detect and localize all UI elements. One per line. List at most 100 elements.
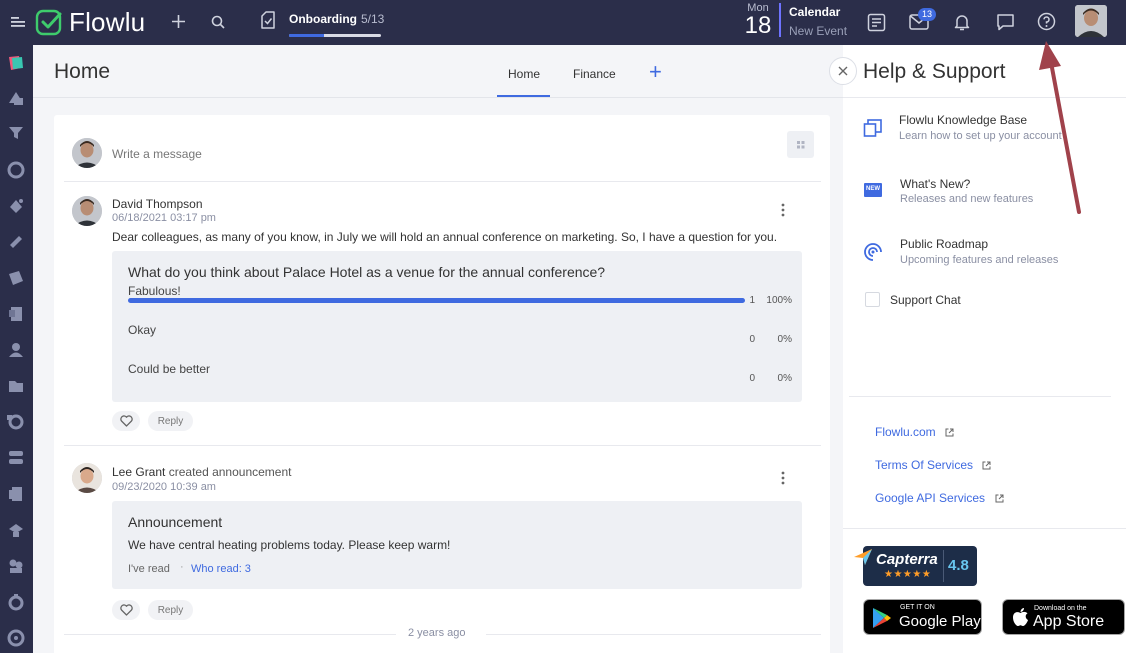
add-icon[interactable] <box>171 14 186 29</box>
tab-home[interactable]: Home <box>508 67 540 81</box>
roadmap-icon <box>864 243 882 261</box>
chat-icon[interactable] <box>996 13 1015 31</box>
products-icon[interactable] <box>7 521 25 539</box>
who-read-link[interactable]: Who read: 3 <box>191 563 251 575</box>
onboarding-progress[interactable]: Onboarding 5/13 <box>289 10 384 37</box>
search-icon[interactable] <box>211 15 225 29</box>
home-app-icon <box>9 56 23 70</box>
capterra-name: Capterra <box>876 551 938 568</box>
composer-options-button[interactable] <box>787 131 814 158</box>
bell-icon[interactable] <box>954 13 970 31</box>
timer-icon[interactable] <box>7 593 25 611</box>
calendar-new-event[interactable]: New Event <box>789 24 847 38</box>
top-bar: Flowlu Onboarding 5/13 Mon 18 Calendar Ne… <box>0 0 1126 45</box>
help-item-subtitle: Releases and new features <box>900 193 1034 205</box>
user-avatar[interactable] <box>1075 5 1107 37</box>
tab-finance[interactable]: Finance <box>573 67 616 81</box>
help-title: Help & Support <box>863 60 1006 83</box>
tasks-icon[interactable] <box>7 269 25 287</box>
composer-avatar <box>72 138 102 168</box>
poll-option-bar <box>128 298 745 303</box>
add-tab-button[interactable]: + <box>649 61 662 83</box>
main-content: Home Home Finance + Write a message Davi… <box>33 45 843 653</box>
external-link-icon <box>995 494 1004 503</box>
help-icon[interactable] <box>1037 12 1056 31</box>
menu-collapse-icon[interactable] <box>11 16 26 28</box>
close-help-button[interactable] <box>829 57 857 85</box>
like-button[interactable] <box>112 411 140 431</box>
crm-icon[interactable] <box>7 89 25 107</box>
team-icon[interactable] <box>7 557 25 575</box>
post-author[interactable]: Lee Grant <box>112 465 165 479</box>
links-icon[interactable] <box>7 233 25 251</box>
post-author[interactable]: David Thompson <box>112 197 203 211</box>
time-divider-right <box>486 634 821 635</box>
link-flowlu[interactable]: Flowlu.com <box>875 423 954 441</box>
capterra-logo-icon <box>854 549 872 565</box>
reply-button[interactable]: Reply <box>148 600 193 620</box>
post-menu-icon[interactable] <box>781 203 785 217</box>
help-item-support-chat[interactable]: Support Chat <box>865 292 1065 308</box>
dot-separator: · <box>180 561 184 573</box>
main-header: Home Home Finance + <box>33 45 843 98</box>
help-item-title: Public Roadmap <box>900 237 989 251</box>
poll-option-label[interactable]: Could be better <box>128 362 210 376</box>
reports-icon[interactable] <box>7 629 25 647</box>
close-icon <box>838 66 848 76</box>
post-menu-icon[interactable] <box>781 471 785 485</box>
user-avatar-image <box>1075 5 1107 37</box>
help-item-title: Flowlu Knowledge Base <box>899 113 1028 127</box>
post-avatar[interactable] <box>72 196 102 226</box>
finance-icon[interactable] <box>7 161 25 179</box>
app-store-small: Download on the <box>1034 605 1087 612</box>
post-text: Dear colleagues, as many of you know, in… <box>112 230 778 244</box>
post-avatar-image <box>72 196 102 226</box>
link-terms[interactable]: Terms Of Services <box>875 456 991 474</box>
announcement-title: Announcement <box>128 514 223 530</box>
contacts-icon[interactable] <box>7 341 25 359</box>
sidebar-item-home[interactable] <box>7 54 25 72</box>
poll-option-votes: 0 <box>749 373 755 384</box>
post-date: 09/23/2020 10:39 am <box>112 481 216 493</box>
google-play-big: Google Play <box>899 613 981 630</box>
sync-icon[interactable] <box>7 413 25 431</box>
capterra-stars: ★★★★★ <box>884 569 932 580</box>
poll-option-percent: 0% <box>777 373 792 384</box>
external-link-icon <box>982 461 991 470</box>
poll-option-track <box>128 298 745 303</box>
folder-icon[interactable] <box>7 377 25 395</box>
help-item-roadmap[interactable]: Public Roadmap Upcoming features and rel… <box>863 237 1118 271</box>
modules-icon[interactable] <box>7 449 25 467</box>
documents-icon[interactable] <box>7 305 25 323</box>
funnel-icon[interactable] <box>7 124 25 142</box>
link-label: Terms Of Services <box>875 458 974 472</box>
poll-option-label[interactable]: Okay <box>128 323 156 337</box>
poll: What do you think about Palace Hotel as … <box>112 251 802 402</box>
knowledge-icon[interactable] <box>7 485 25 503</box>
date-widget[interactable]: Mon 18 <box>743 2 773 38</box>
post-avatar[interactable] <box>72 463 102 493</box>
page-title: Home <box>54 60 111 83</box>
left-sidebar <box>0 45 33 653</box>
flowlu-logo-icon <box>35 9 62 36</box>
announcement-text: We have central heating problems today. … <box>128 538 451 552</box>
message-input[interactable]: Write a message <box>112 147 202 161</box>
ive-read-button[interactable]: I've read <box>128 563 170 575</box>
google-play-badge[interactable]: GET IT ON Google Play <box>863 599 982 635</box>
knowledge-base-icon <box>863 119 882 137</box>
active-tab-indicator <box>497 95 550 97</box>
reply-button[interactable]: Reply <box>148 411 193 431</box>
date-day-number: 18 <box>744 12 772 39</box>
like-button[interactable] <box>112 600 140 620</box>
link-google-api[interactable]: Google API Services <box>875 489 1004 507</box>
app-store-badge[interactable]: Download on the App Store <box>1002 599 1125 635</box>
capterra-badge[interactable]: Capterra ★★★★★ 4.8 <box>854 546 977 586</box>
poll-option-label[interactable]: Fabulous! <box>128 284 181 298</box>
google-play-icon <box>873 608 891 628</box>
calendar-widget[interactable]: Calendar New Event <box>789 5 847 38</box>
capterra-rating: 4.8 <box>948 557 969 574</box>
notes-icon[interactable] <box>867 13 886 32</box>
projects-icon[interactable] <box>7 197 25 215</box>
grid-icon <box>797 141 805 149</box>
onboarding-icon[interactable] <box>258 11 278 31</box>
